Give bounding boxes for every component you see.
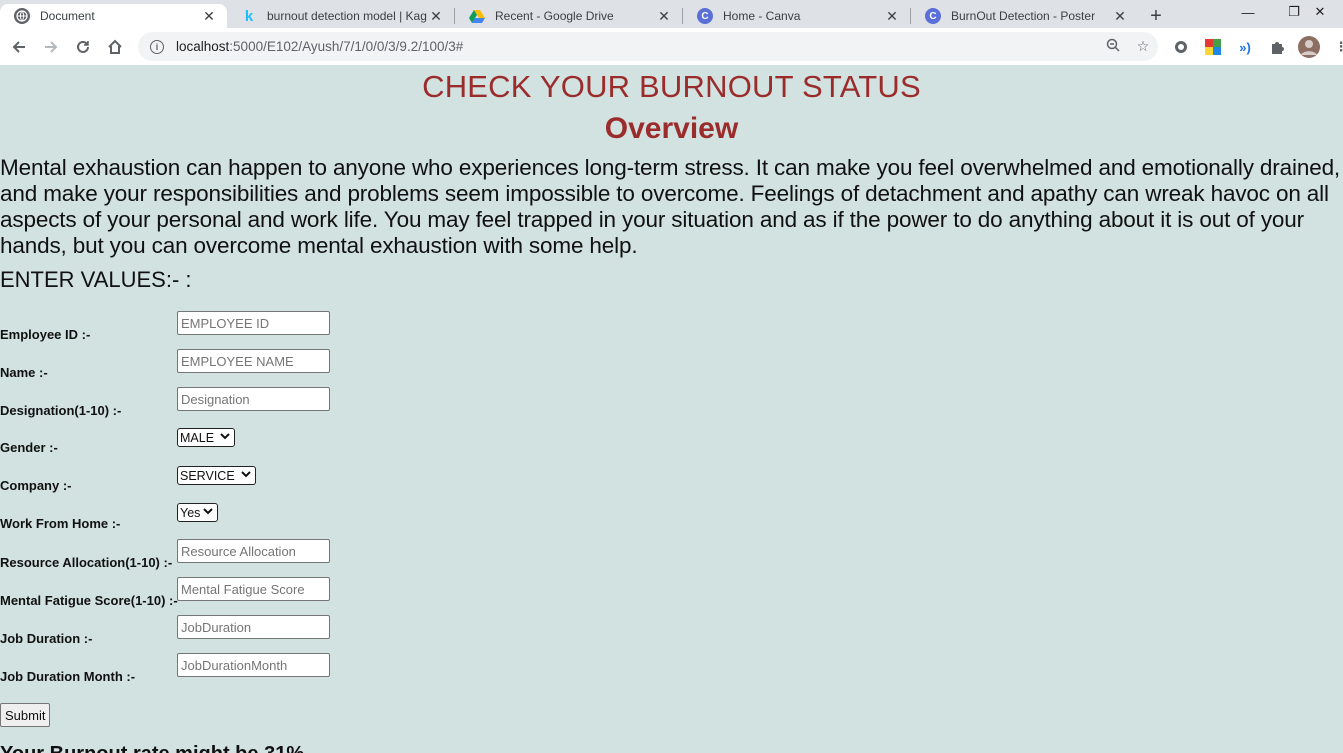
resource-row: Resource Allocation(1-10) :- <box>0 539 400 570</box>
address-bar[interactable]: i localhost:5000/E102/Ayush/7/1/0/0/3/9.… <box>138 32 1158 61</box>
wfh-select[interactable]: Yes <box>177 503 219 522</box>
chevron-down-icon <box>220 432 230 443</box>
tab-strip: Document ✕ k burnout detection model | K… <box>0 0 1343 28</box>
resource-label: Resource Allocation(1-10) :- <box>0 555 173 570</box>
new-tab-button[interactable]: + <box>1142 4 1170 28</box>
employee-id-input[interactable] <box>177 311 330 335</box>
job-duration-row: Job Duration :- <box>0 615 400 646</box>
close-icon[interactable]: ✕ <box>201 8 217 25</box>
back-arrow-icon <box>12 40 25 53</box>
url-path: :5000/E102/Ayush/7/1/0/0/3/9.2/100/3# <box>229 39 464 54</box>
gender-select[interactable]: MALE <box>177 428 236 447</box>
tab-google-drive[interactable]: Recent - Google Drive ✕ <box>455 4 682 28</box>
tab-canva-poster[interactable]: C BurnOut Detection - Poster ✕ <box>911 4 1138 28</box>
home-button[interactable] <box>99 33 131 61</box>
submit-button[interactable]: Submit <box>0 703 51 727</box>
profile-avatar[interactable] <box>1298 36 1320 58</box>
job-duration-label: Job Duration :- <box>0 631 93 646</box>
tab-document[interactable]: Document ✕ <box>0 4 227 28</box>
extension-grid-icon[interactable] <box>1202 36 1224 58</box>
designation-label: Designation(1-10) :- <box>0 403 122 418</box>
employee-id-row: Employee ID :- <box>0 311 400 342</box>
wfh-value: Yes <box>180 505 201 520</box>
tab-kaggle[interactable]: k burnout detection model | Kag ✕ <box>227 4 454 28</box>
close-icon[interactable]: ✕ <box>428 8 444 25</box>
back-button[interactable] <box>3 33 35 61</box>
wfh-label: Work From Home :- <box>0 516 121 531</box>
close-icon[interactable]: ✕ <box>884 8 900 25</box>
designation-input[interactable] <box>177 387 330 411</box>
kaggle-icon: k <box>244 7 254 25</box>
page-content: CHECK YOUR BURNOUT STATUS Overview Menta… <box>0 65 1343 753</box>
employee-id-label: Employee ID :- <box>0 327 91 342</box>
job-duration-month-input[interactable] <box>177 653 330 677</box>
company-value: SERVICE <box>180 468 235 483</box>
gender-value: MALE <box>180 430 215 445</box>
extensions-puzzle-icon[interactable] <box>1266 36 1288 58</box>
wfh-row: Work From Home :- Yes <box>0 503 400 533</box>
tab-canva-home[interactable]: C Home - Canva ✕ <box>683 4 910 28</box>
overview-heading: Overview <box>604 112 739 145</box>
chevron-down-icon <box>240 470 251 481</box>
home-icon <box>108 39 122 54</box>
job-duration-month-row: Job Duration Month :- <box>0 653 400 684</box>
result-text: Your Burnout rate might be 31% <box>0 743 304 753</box>
intro-paragraph: Mental exhaustion can happen to anyone w… <box>0 155 1341 258</box>
fatigue-row: Mental Fatigue Score(1-10) :- <box>0 577 400 608</box>
drive-icon <box>469 8 485 24</box>
company-label: Company :- <box>0 478 72 493</box>
gender-label: Gender :- <box>0 440 58 455</box>
minimize-button[interactable]: — <box>1225 0 1271 24</box>
name-label: Name :- <box>0 365 48 380</box>
zoom-icon[interactable] <box>1098 38 1128 55</box>
close-icon[interactable]: ✕ <box>1112 8 1128 25</box>
job-duration-input[interactable] <box>177 615 330 639</box>
bookmark-star-icon[interactable]: ☆ <box>1128 38 1158 55</box>
url-host: localhost <box>176 39 230 54</box>
globe-icon <box>14 8 30 24</box>
tab-title: BurnOut Detection - Poster <box>951 9 1096 23</box>
reload-icon <box>77 40 89 53</box>
tab-title: Home - Canva <box>723 9 801 23</box>
tab-title: Document <box>40 9 95 23</box>
menu-kebab-icon[interactable]: ⋮ <box>1330 36 1343 58</box>
window-close-button[interactable]: ✕ <box>1297 0 1343 24</box>
name-row: Name :- <box>0 349 400 380</box>
extension-circle-icon[interactable] <box>1170 36 1192 58</box>
gender-row: Gender :- MALE <box>0 428 400 458</box>
fatigue-input[interactable] <box>177 577 330 601</box>
job-duration-month-label: Job Duration Month :- <box>0 669 136 684</box>
forward-arrow-icon <box>45 40 58 53</box>
company-row: Company :- SERVICE <box>0 466 400 496</box>
tab-title: Recent - Google Drive <box>495 9 614 23</box>
extension-audio-icon[interactable]: ») <box>1234 36 1256 58</box>
name-input[interactable] <box>177 349 330 373</box>
resource-input[interactable] <box>177 539 330 563</box>
enter-values-heading: ENTER VALUES:- : <box>0 267 192 292</box>
forward-button[interactable] <box>35 33 67 61</box>
page-title: CHECK YOUR BURNOUT STATUS <box>422 69 921 104</box>
site-info-icon[interactable]: i <box>150 39 164 54</box>
url-text: localhost:5000/E102/Ayush/7/1/0/0/3/9.2/… <box>176 39 1098 54</box>
browser-toolbar: i localhost:5000/E102/Ayush/7/1/0/0/3/9.… <box>0 28 1343 65</box>
canva-icon: C <box>925 8 941 24</box>
company-select[interactable]: SERVICE <box>177 466 256 485</box>
close-icon[interactable]: ✕ <box>656 8 672 25</box>
chevron-down-icon <box>203 507 214 518</box>
reload-button[interactable] <box>67 33 99 61</box>
designation-row: Designation(1-10) :- <box>0 387 400 418</box>
canva-icon: C <box>697 8 713 24</box>
tab-title: burnout detection model | Kag <box>267 9 427 23</box>
fatigue-label: Mental Fatigue Score(1-10) :- <box>0 593 178 608</box>
